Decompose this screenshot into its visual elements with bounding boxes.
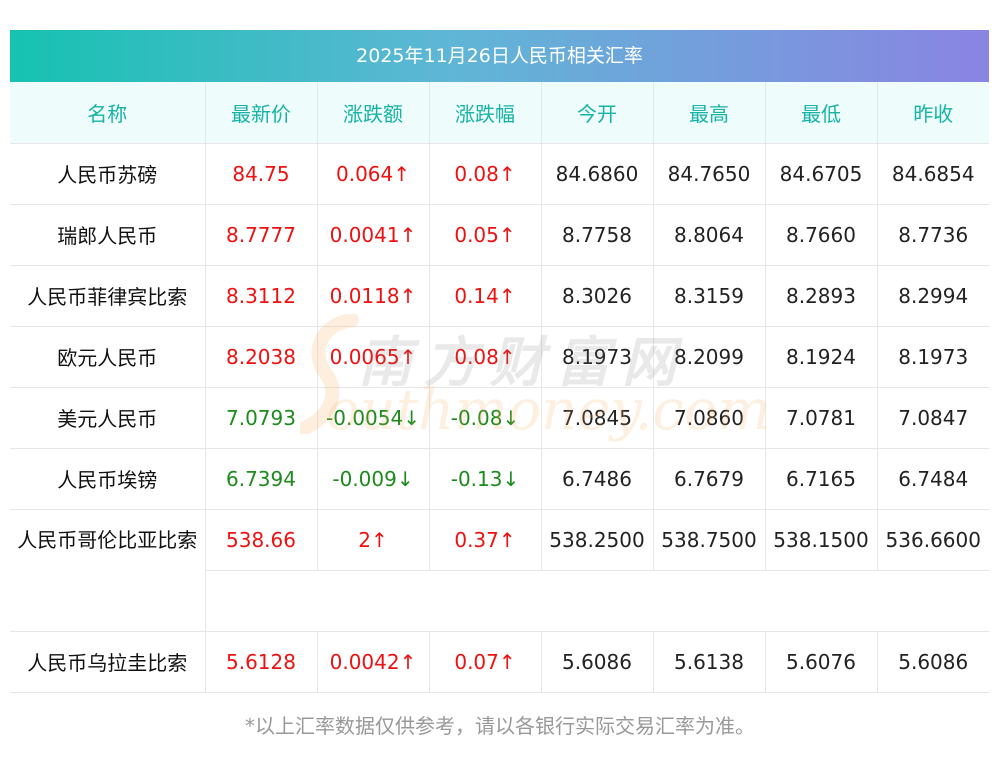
row-high: 7.0860 — [653, 387, 766, 449]
row-pct: -0.08↓ — [429, 387, 542, 449]
row-low: 8.1924 — [765, 326, 878, 388]
page-title: 2025年11月26日人民币相关汇率 — [10, 30, 989, 82]
row-open: 6.7486 — [541, 448, 654, 510]
row-low: 8.7660 — [765, 204, 878, 266]
row-open: 84.6860 — [541, 143, 654, 205]
row-change: 2↑ — [317, 509, 430, 571]
row-low: 538.1500 — [765, 509, 878, 571]
table-row: 美元人民币 7.0793 -0.0054↓ -0.08↓ 7.0845 7.08… — [10, 387, 989, 449]
rate-table: 名称 最新价 涨跌额 涨跌幅 今开 最高 最低 昨收 人民币苏磅 84.75 0… — [10, 82, 989, 693]
row-pct: 0.07↑ — [429, 631, 542, 693]
row-name: 美元人民币 — [10, 387, 206, 449]
table-header-row: 名称 最新价 涨跌额 涨跌幅 今开 最高 最低 昨收 — [10, 82, 989, 144]
header-pct: 涨跌幅 — [429, 82, 542, 144]
row-high: 6.7679 — [653, 448, 766, 510]
row-prev: 8.1973 — [877, 326, 989, 388]
row-latest: 7.0793 — [205, 387, 318, 449]
row-change: -0.009↓ — [317, 448, 430, 510]
row-high: 8.8064 — [653, 204, 766, 266]
row-latest: 5.6128 — [205, 631, 318, 693]
row-prev: 84.6854 — [877, 143, 989, 205]
table-row: 人民币菲律宾比索 8.3112 0.0118↑ 0.14↑ 8.3026 8.3… — [10, 265, 989, 327]
row-change: 0.0065↑ — [317, 326, 430, 388]
row-prev: 5.6086 — [877, 631, 989, 693]
row-low: 84.6705 — [765, 143, 878, 205]
row-open: 538.2500 — [541, 509, 654, 571]
row-change: 0.0042↑ — [317, 631, 430, 693]
header-change: 涨跌额 — [317, 82, 430, 144]
row-name: 瑞郎人民币 — [10, 204, 206, 266]
table-row: 人民币埃镑 6.7394 -0.009↓ -0.13↓ 6.7486 6.767… — [10, 448, 989, 510]
header-open: 今开 — [541, 82, 654, 144]
table-row: 人民币哥伦比亚比索 538.66 2↑ 0.37↑ 538.2500 538.7… — [10, 509, 989, 632]
row-latest: 84.75 — [205, 143, 318, 205]
row-pct: 0.08↑ — [429, 326, 542, 388]
row-open: 7.0845 — [541, 387, 654, 449]
row-open: 8.3026 — [541, 265, 654, 327]
row-low: 6.7165 — [765, 448, 878, 510]
header-prev: 昨收 — [877, 82, 989, 144]
row-low: 8.2893 — [765, 265, 878, 327]
row-prev: 8.2994 — [877, 265, 989, 327]
row-spacer — [205, 570, 989, 632]
table-row: 欧元人民币 8.2038 0.0065↑ 0.08↑ 8.1973 8.2099… — [10, 326, 989, 388]
row-prev: 6.7484 — [877, 448, 989, 510]
row-prev: 7.0847 — [877, 387, 989, 449]
row-name: 人民币苏磅 — [10, 143, 206, 205]
row-prev: 536.6600 — [877, 509, 989, 571]
row-pct: 0.08↑ — [429, 143, 542, 205]
row-latest: 8.7777 — [205, 204, 318, 266]
row-low: 5.6076 — [765, 631, 878, 693]
header-high: 最高 — [653, 82, 766, 144]
row-change: 0.0041↑ — [317, 204, 430, 266]
row-latest: 6.7394 — [205, 448, 318, 510]
row-open: 8.1973 — [541, 326, 654, 388]
disclaimer: *以上汇率数据仅供参考，请以各银行实际交易汇率为准。 — [245, 714, 755, 738]
row-name: 欧元人民币 — [10, 326, 206, 388]
row-high: 8.3159 — [653, 265, 766, 327]
row-change: 0.064↑ — [317, 143, 430, 205]
rate-card: 2025年11月26日人民币相关汇率 名称 最新价 涨跌额 涨跌幅 今开 最高 … — [10, 30, 989, 693]
table-row: 瑞郎人民币 8.7777 0.0041↑ 0.05↑ 8.7758 8.8064… — [10, 204, 989, 266]
row-high: 84.7650 — [653, 143, 766, 205]
table-row: 人民币苏磅 84.75 0.064↑ 0.08↑ 84.6860 84.7650… — [10, 143, 989, 205]
row-pct: 0.14↑ — [429, 265, 542, 327]
row-high: 8.2099 — [653, 326, 766, 388]
table-row: 人民币乌拉圭比索 5.6128 0.0042↑ 0.07↑ 5.6086 5.6… — [10, 631, 989, 693]
row-latest: 538.66 — [205, 509, 318, 571]
header-latest: 最新价 — [205, 82, 318, 144]
header-low: 最低 — [765, 82, 878, 144]
row-pct: -0.13↓ — [429, 448, 542, 510]
row-latest: 8.2038 — [205, 326, 318, 388]
row-name: 人民币乌拉圭比索 — [10, 631, 206, 693]
row-high: 538.7500 — [653, 509, 766, 571]
row-change: 0.0118↑ — [317, 265, 430, 327]
row-latest: 8.3112 — [205, 265, 318, 327]
row-prev: 8.7736 — [877, 204, 989, 266]
row-open: 8.7758 — [541, 204, 654, 266]
row-change: -0.0054↓ — [317, 387, 430, 449]
row-name: 人民币哥伦比亚比索 — [10, 509, 206, 632]
row-low: 7.0781 — [765, 387, 878, 449]
row-open: 5.6086 — [541, 631, 654, 693]
row-pct: 0.05↑ — [429, 204, 542, 266]
header-name: 名称 — [10, 82, 206, 144]
row-pct: 0.37↑ — [429, 509, 542, 571]
row-high: 5.6138 — [653, 631, 766, 693]
row-name: 人民币菲律宾比索 — [10, 265, 206, 327]
row-name: 人民币埃镑 — [10, 448, 206, 510]
